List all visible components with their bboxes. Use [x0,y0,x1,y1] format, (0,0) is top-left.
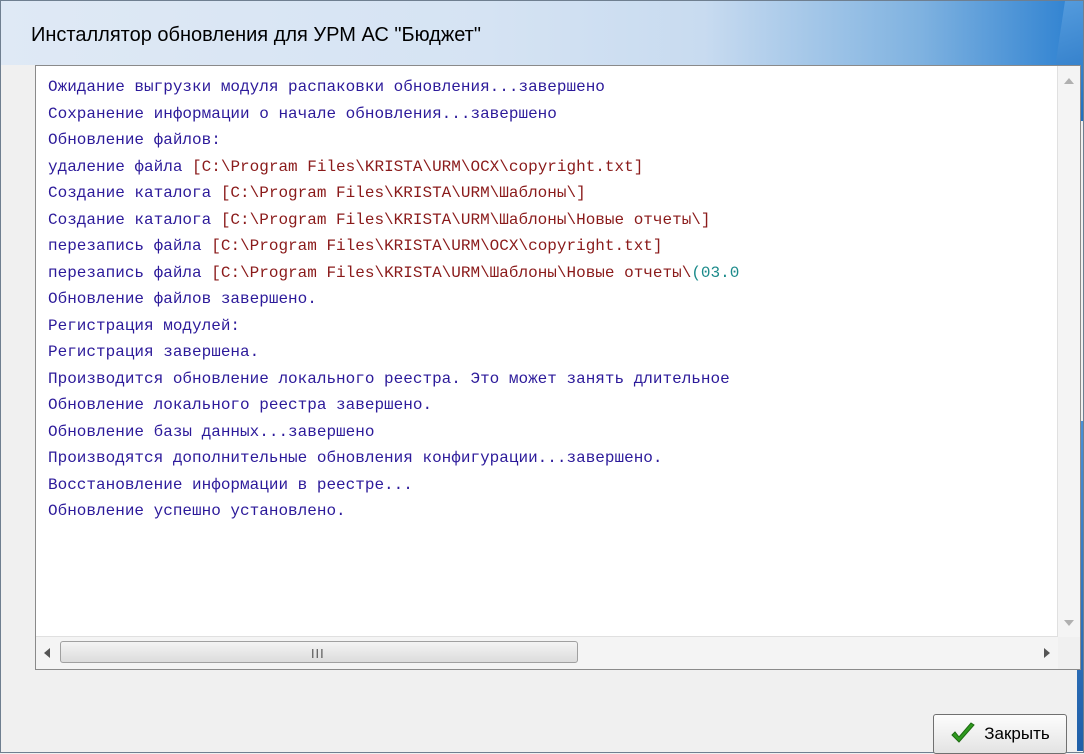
log-text: Обновление базы данных...завершено [48,422,375,441]
log-line: Обновление успешно установлено. [48,498,1048,525]
log-path: [C:\Program Files\KRISTA\URM\Шаблоны\] [220,184,586,202]
window-title: Инсталлятор обновления для УРМ АС "Бюдже… [31,24,481,46]
close-button[interactable]: Закрыть [933,714,1067,754]
log-text: Производятся дополнительные обновления к… [48,449,663,467]
log-text: Ожидание выгрузки модуля распаковки обно… [48,78,605,96]
log-text: Обновление файлов: [48,131,221,149]
log-text: Обновление успешно установлено. [48,502,346,520]
log-text: Регистрация модулей: [48,316,241,335]
title-bar[interactable]: Инсталлятор обновления для УРМ АС "Бюдже… [1,1,1083,65]
log-line: Ожидание выгрузки модуля распаковки обно… [48,74,1048,101]
log-path: (03.0 [691,263,740,282]
checkmark-icon [951,722,976,743]
log-path: [C:\Program Files\KRISTA\URM\Шаблоны\Нов… [211,263,692,282]
log-line: Сохранение информации о начале обновлени… [48,101,1048,128]
log-line: удаление файла [C:\Program Files\KRISTA\… [48,154,1048,181]
log-text: Сохранение информации о начале обновлени… [48,104,557,123]
log-path: [C:\Program Files\KRISTA\URM\Шаблоны\Нов… [220,210,711,229]
log-text: удаление файла [48,157,193,176]
log-path: [C:\Program Files\KRISTA\URM\OCX\copyrig… [211,237,663,255]
horizontal-scroll-thumb[interactable]: III [60,641,578,663]
log-line: перезапись файла [C:\Program Files\KRIST… [48,260,1048,287]
log-textbox[interactable]: Ожидание выгрузки модуля распаковки обно… [35,65,1081,670]
log-text: перезапись файла [48,263,212,282]
log-text: Создание каталога [48,210,221,229]
log-line: Создание каталога [C:\Program Files\KRIS… [48,180,1048,207]
scrollbar-corner [1058,637,1080,669]
scroll-right-arrow-icon[interactable] [1044,648,1050,658]
log-content: Ожидание выгрузки модуля распаковки обно… [48,74,1048,634]
log-line: Создание каталога [C:\Program Files\KRIS… [48,207,1048,234]
log-line: Обновление локального реестра завершено. [48,392,1048,419]
vertical-scrollbar[interactable] [1057,66,1080,638]
log-line: Восстановление информации в реестре... [48,472,1048,499]
log-text: Производится обновление локального реест… [48,369,730,388]
log-text: Обновление файлов завершено. [48,290,317,308]
log-text: перезапись файла [48,237,212,255]
log-line: Обновление файлов: [48,127,1048,154]
close-button-label: Закрыть [984,724,1050,743]
log-line: Обновление базы данных...завершено [48,419,1048,446]
log-line: Обновление файлов завершено. [48,286,1048,313]
log-line: Регистрация модулей: [48,313,1048,340]
scroll-up-arrow-icon[interactable] [1064,78,1074,84]
scroll-left-arrow-icon[interactable] [44,648,50,658]
scroll-down-arrow-icon[interactable] [1064,620,1074,626]
client-area: Ожидание выгрузки модуля распаковки обно… [19,65,1081,754]
log-line: Производится обновление локального реест… [48,366,1048,393]
horizontal-scrollbar[interactable]: III [36,636,1058,669]
log-text: Восстановление информации в реестре... [48,475,413,494]
log-text: Обновление локального реестра завершено. [48,396,433,414]
log-line: Производятся дополнительные обновления к… [48,445,1048,472]
scroll-thumb-grip: III [311,647,325,661]
installer-window: Инсталлятор обновления для УРМ АС "Бюдже… [0,0,1084,754]
log-text: Создание каталога [48,184,221,202]
log-line: Регистрация завершена. [48,339,1048,366]
log-path: [C:\Program Files\KRISTA\URM\OCX\copyrig… [192,157,644,176]
log-line: перезапись файла [C:\Program Files\KRIST… [48,233,1048,260]
log-text: Регистрация завершена. [48,343,260,361]
